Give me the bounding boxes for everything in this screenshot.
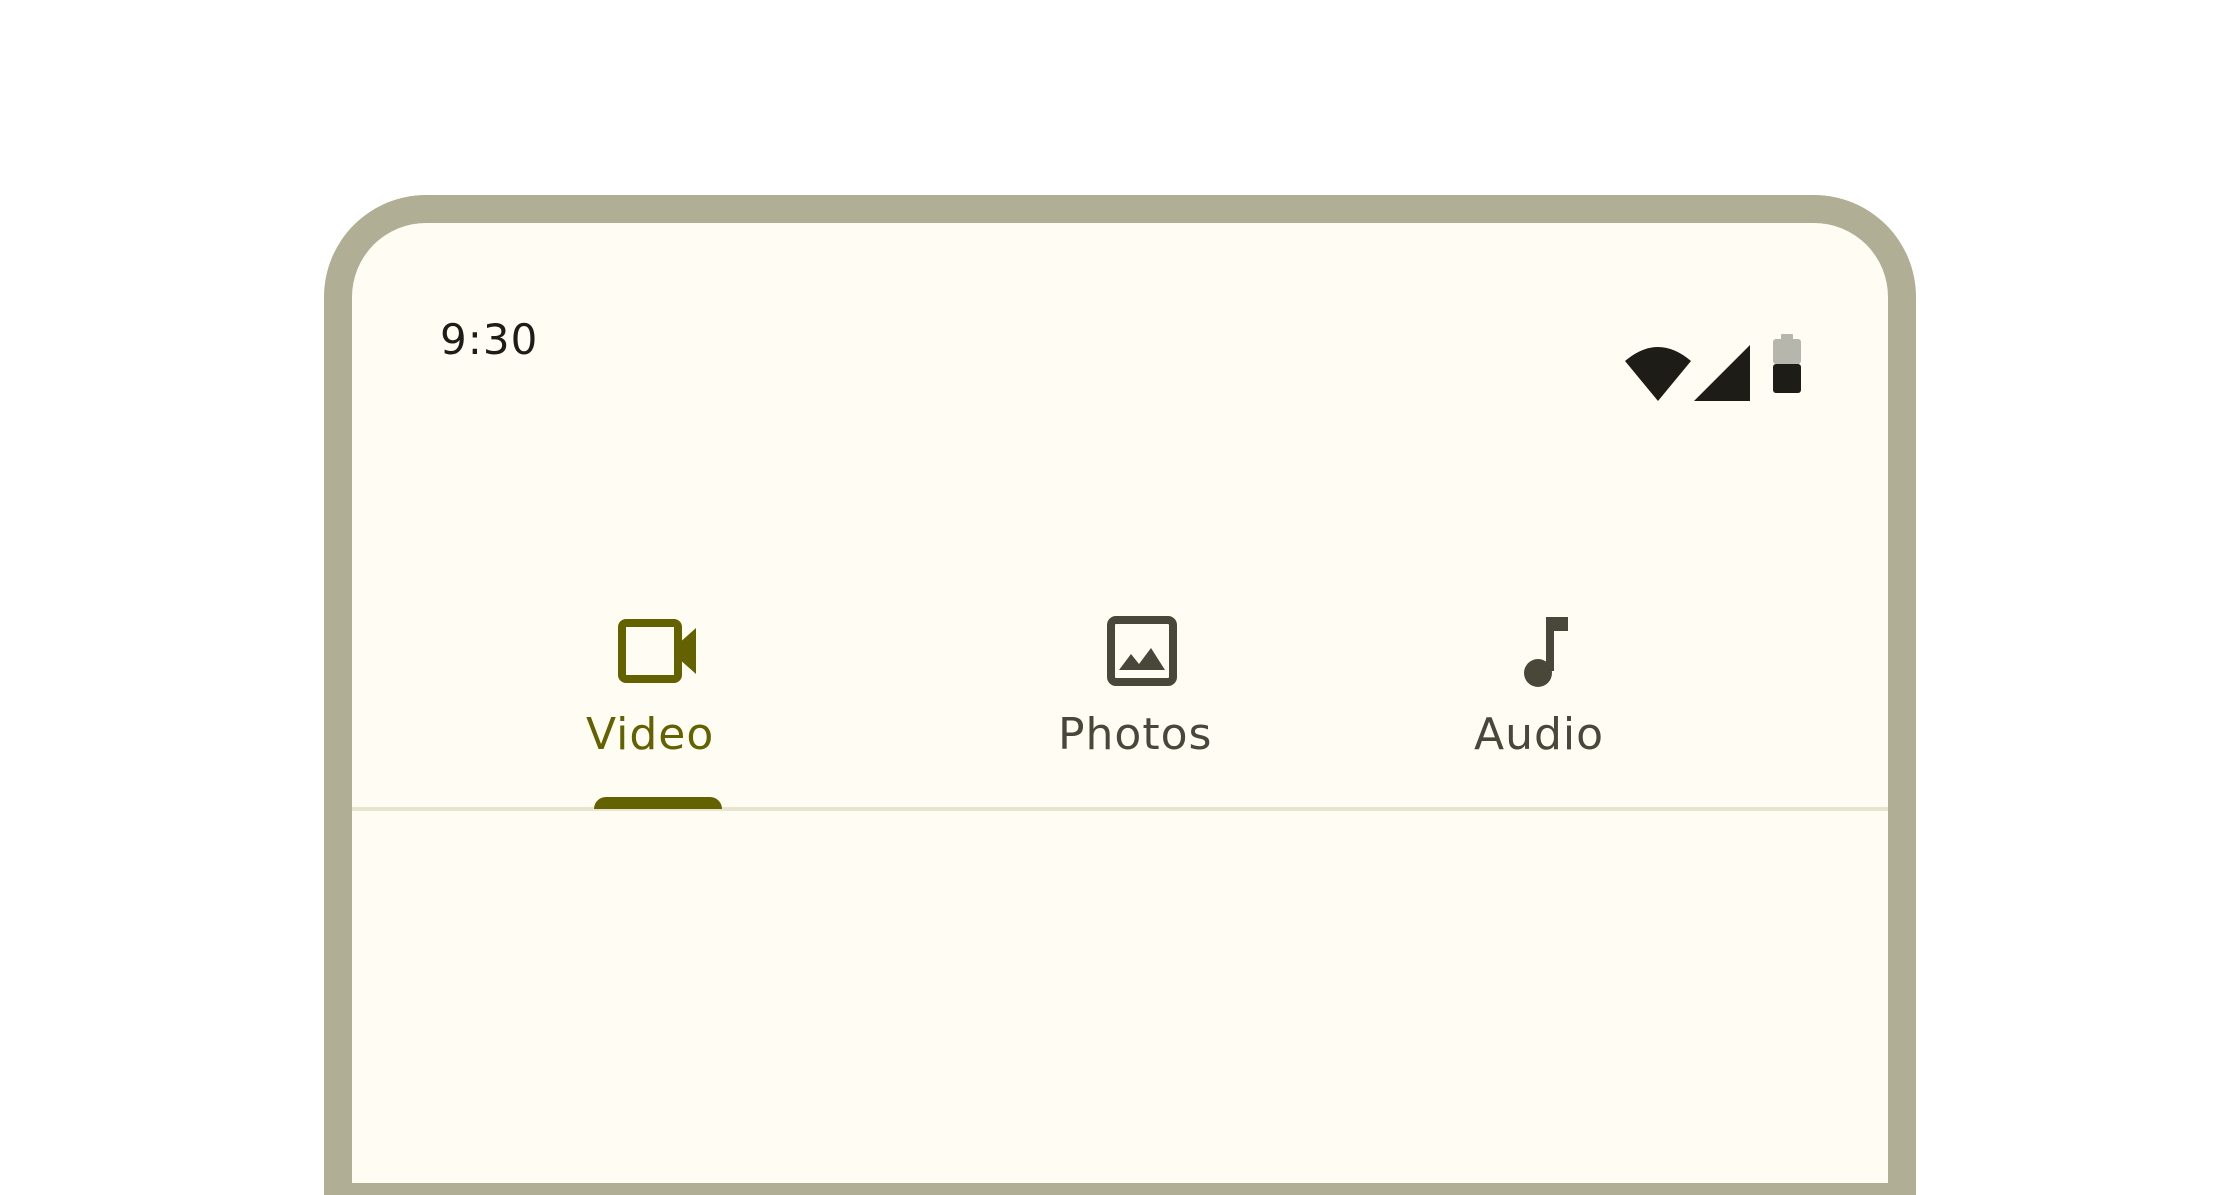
image-icon [1107, 616, 1177, 686]
tab-divider [352, 807, 1888, 811]
status-time: 9:30 [440, 315, 539, 364]
music-note-icon [1522, 617, 1574, 689]
phone-screen: 9:30 Video Photos Audio [352, 223, 1888, 1183]
tab-photos-label: Photos [1058, 709, 1213, 760]
wifi-icon [1624, 345, 1692, 401]
battery-icon [1770, 334, 1804, 398]
tab-video-label: Video [586, 709, 715, 760]
tab-audio-label: Audio [1474, 709, 1605, 760]
cellular-signal-icon [1694, 345, 1750, 401]
status-icons [1624, 318, 1804, 401]
videocam-icon [618, 619, 702, 683]
tab-selected-indicator [594, 797, 722, 809]
